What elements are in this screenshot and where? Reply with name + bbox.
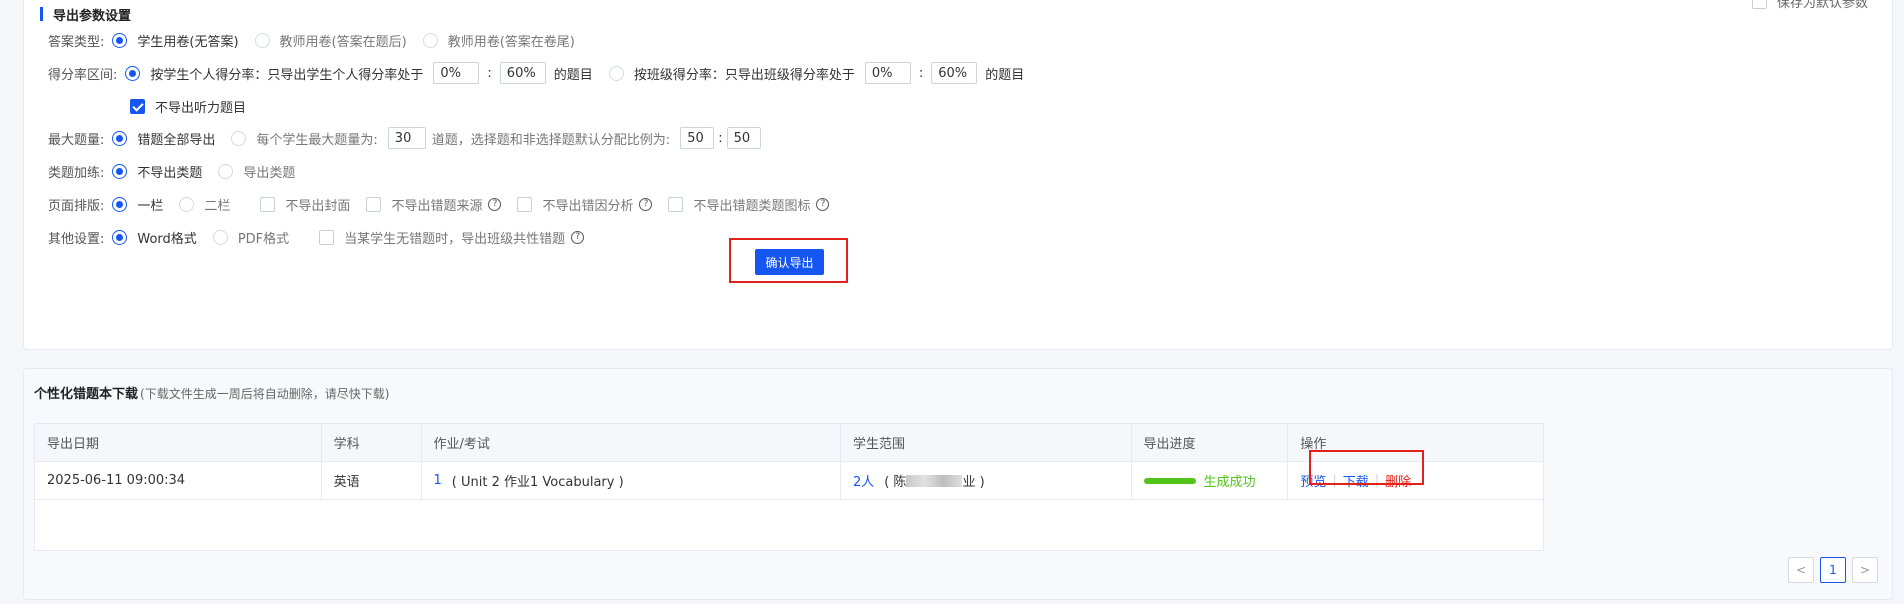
ratio-b-input[interactable]: 50: [726, 127, 761, 149]
redacted-text: [906, 474, 963, 487]
save-default-checkbox[interactable]: 保存为默认参数: [1751, 0, 1868, 11]
col-date: 导出日期: [35, 424, 322, 461]
confirm-export-button[interactable]: 确认导出: [755, 249, 824, 275]
no-source-checkbox[interactable]: 不导出错题来源?: [366, 195, 502, 214]
radio-icon[interactable]: [254, 32, 270, 48]
personal-min-input[interactable]: 0%: [433, 62, 480, 84]
section-title: 导出参数设置: [40, 6, 131, 24]
radio-all-wrong[interactable]: [112, 130, 128, 146]
radio-limit[interactable]: [231, 130, 247, 146]
answer-type-student[interactable]: 学生用卷(无答案): [112, 31, 239, 50]
checkbox-icon[interactable]: [1751, 0, 1767, 9]
other-label: 其他设置:: [48, 231, 105, 247]
layout-label: 页面排版:: [48, 198, 105, 214]
col-homework: 作业/考试: [422, 424, 841, 461]
ratio-a-input[interactable]: 50: [680, 127, 715, 149]
layout-one-column[interactable]: 一栏: [112, 195, 163, 214]
radio-icon[interactable]: [422, 32, 438, 48]
title-accent-bar: [40, 7, 43, 21]
no-cover-checkbox[interactable]: 不导出封面: [260, 195, 350, 214]
similar-row: 类题加练: 不导出类题 导出类题: [48, 159, 311, 183]
no-cause-checkbox[interactable]: 不导出错因分析?: [517, 195, 653, 214]
row-date: 2025-06-11 09:00:34: [35, 462, 322, 499]
checkbox-icon[interactable]: [319, 229, 335, 245]
format-pdf[interactable]: PDF格式: [212, 228, 289, 247]
radio-personal[interactable]: [125, 65, 141, 81]
row-subject: 英语: [322, 462, 422, 499]
no-similar-icon-checkbox[interactable]: 不导出错题类题图标?: [668, 195, 830, 214]
export-settings-panel: 导出参数设置 保存为默认参数 答案类型: 学生用卷(无答案) 教师用卷(答案在题…: [23, 0, 1893, 350]
help-icon[interactable]: ?: [816, 197, 830, 211]
answer-type-label: 答案类型:: [48, 34, 105, 50]
checkbox-icon[interactable]: [130, 98, 145, 114]
status-text: 生成成功: [1203, 475, 1256, 490]
class-min-input[interactable]: 0%: [864, 62, 911, 84]
downloads-table: 导出日期 学科 作业/考试 学生范围 导出进度 操作 2025-06-11 09…: [34, 423, 1544, 551]
page-1-button[interactable]: 1: [1820, 557, 1846, 583]
similar-label: 类题加练:: [48, 165, 105, 181]
next-page-button[interactable]: >: [1852, 557, 1878, 583]
downloads-panel: 个性化错题本下载 (下载文件生成一周后将自动删除，请尽快下载) 导出日期 学科 …: [23, 368, 1893, 600]
class-common-checkbox[interactable]: 当某学生无错题时，导出班级共性错题?: [319, 228, 585, 247]
score-range-row: 得分率区间: 按学生个人得分率：只导出学生个人得分率处于 0% : 60% 的题…: [48, 61, 1024, 85]
row-students: 2人 ( 陈 业 ): [841, 462, 1132, 499]
col-students: 学生范围: [841, 424, 1132, 461]
checkbox-icon[interactable]: [366, 196, 382, 212]
answer-type-teacher-after[interactable]: 教师用卷(答案在题后): [254, 31, 407, 50]
col-progress: 导出进度: [1132, 424, 1289, 461]
row-progress: 生成成功: [1132, 462, 1289, 499]
personal-max-input[interactable]: 60%: [499, 62, 546, 84]
similar-no[interactable]: 不导出类题: [112, 162, 202, 181]
radio-icon[interactable]: [179, 196, 195, 212]
score-range-label: 得分率区间:: [48, 67, 118, 83]
help-icon[interactable]: ?: [488, 197, 502, 211]
radio-icon[interactable]: [112, 229, 128, 245]
radio-icon[interactable]: [212, 229, 228, 245]
help-icon[interactable]: ?: [639, 197, 653, 211]
help-icon[interactable]: ?: [571, 230, 585, 244]
downloads-title: 个性化错题本下载 (下载文件生成一周后将自动删除，请尽快下载): [34, 387, 390, 402]
homework-count-link[interactable]: 1: [434, 473, 442, 488]
progress-bar: [1143, 477, 1196, 484]
checkbox-icon[interactable]: [260, 196, 276, 212]
confirm-highlight-box: 确认导出: [729, 238, 848, 283]
checkbox-icon[interactable]: [517, 196, 533, 212]
students-count-link[interactable]: 2人: [853, 471, 874, 490]
max-questions-row: 最大题量: 错题全部导出 每个学生最大题量为: 30 道题，选择题和非选择题默认…: [48, 126, 761, 150]
radio-icon[interactable]: [218, 163, 234, 179]
answer-type-row: 答案类型: 学生用卷(无答案) 教师用卷(答案在题后) 教师用卷(答案在卷尾): [48, 28, 591, 52]
max-count-input[interactable]: 30: [387, 127, 426, 149]
radio-icon[interactable]: [112, 163, 128, 179]
answer-type-teacher-end[interactable]: 教师用卷(答案在卷尾): [422, 31, 575, 50]
radio-icon[interactable]: [112, 196, 128, 212]
radio-class[interactable]: [608, 65, 624, 81]
similar-yes[interactable]: 导出类题: [218, 162, 295, 181]
other-row: 其他设置: Word格式 PDF格式 当某学生无错题时，导出班级共性错题?: [48, 225, 600, 249]
radio-icon[interactable]: [112, 32, 128, 48]
checkbox-icon[interactable]: [668, 196, 684, 212]
prev-page-button[interactable]: <: [1788, 557, 1814, 583]
class-max-input[interactable]: 60%: [931, 62, 978, 84]
layout-row: 页面排版: 一栏 二栏 不导出封面 不导出错题来源? 不导出错因分析? 不导出错…: [48, 192, 845, 216]
actions-highlight-box: [1309, 450, 1424, 485]
max-questions-label: 最大题量:: [48, 132, 105, 148]
row-homework: 1 ( Unit 2 作业1 Vocabulary ): [422, 462, 841, 499]
layout-two-column[interactable]: 二栏: [179, 195, 230, 214]
no-listening-checkbox[interactable]: 不导出听力题目: [130, 94, 246, 118]
col-subject: 学科: [322, 424, 422, 461]
pagination: < 1 >: [1782, 557, 1878, 583]
format-word[interactable]: Word格式: [112, 228, 197, 247]
